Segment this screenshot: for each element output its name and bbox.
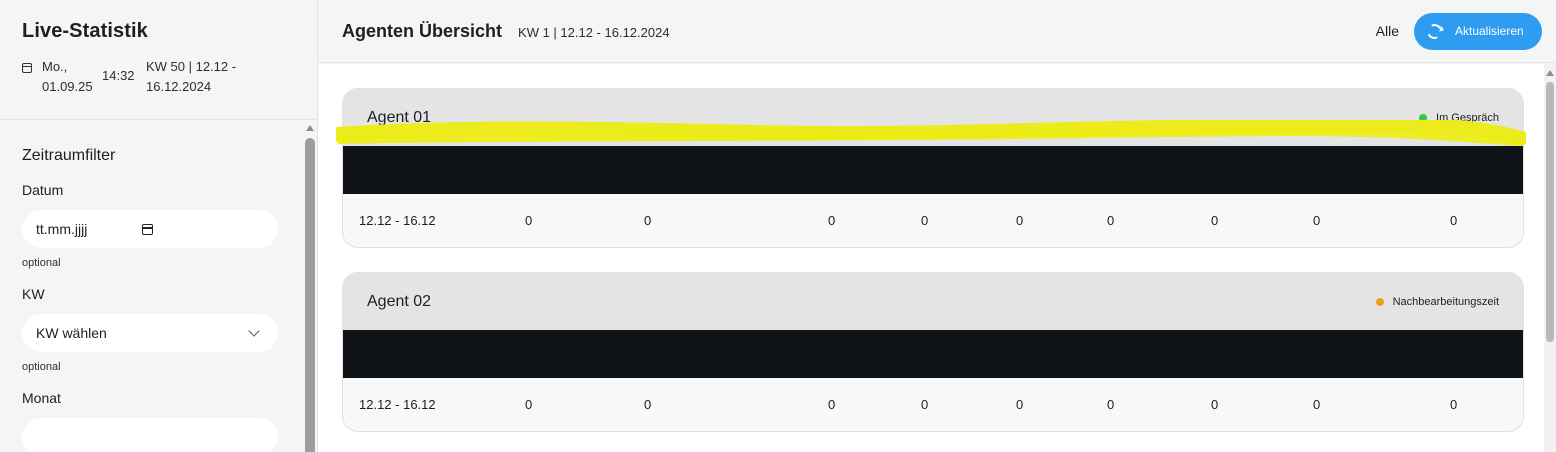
- stats-value: 0: [1211, 213, 1219, 228]
- stats-value: 0: [1107, 397, 1115, 412]
- refresh-label: Aktualisieren: [1455, 24, 1524, 38]
- stats-value: 0: [1016, 397, 1024, 412]
- stats-value: 0: [828, 397, 836, 412]
- stats-row: 12.12 - 16.12 0 0 0 0 0 0 0 0 0: [343, 378, 1523, 431]
- current-date: Mo., 01.09.25: [42, 59, 93, 94]
- chevron-down-icon: [248, 325, 260, 337]
- redacted-bar: [343, 146, 1523, 194]
- scroll-up-arrow-icon[interactable]: [306, 125, 314, 131]
- agent-list: Agent 01 Im Gespräch 12.12 - 16.12 0 0 0…: [318, 64, 1556, 452]
- stats-value: 0: [1313, 213, 1321, 228]
- stats-value: 0: [1313, 397, 1321, 412]
- stats-value: 0: [644, 397, 652, 412]
- stats-period: 12.12 - 16.12: [359, 213, 436, 228]
- refresh-icon: [1424, 21, 1445, 41]
- sidebar-header: Live-Statistik Mo., 01.09.25 14:32 KW 50…: [0, 0, 317, 120]
- page-title: Agenten Übersicht: [342, 20, 503, 41]
- calendar-picker-icon[interactable]: [142, 223, 153, 235]
- date-input[interactable]: tt.mm.jjjj: [22, 210, 278, 248]
- kw-hint: optional: [22, 361, 61, 373]
- stats-value: 0: [1211, 397, 1219, 412]
- kw-select[interactable]: KW wählen: [22, 314, 278, 352]
- page-subtitle: KW 1 | 12.12 - 16.12.2024: [518, 24, 670, 40]
- stats-value: 0: [525, 213, 533, 228]
- scroll-thumb[interactable]: [305, 138, 315, 452]
- agent-card[interactable]: Agent 02 Nachbearbeitungszeit 12.12 - 16…: [342, 272, 1524, 432]
- date-hint: optional: [22, 257, 61, 269]
- status-dot-icon: [1419, 113, 1428, 122]
- status-badge: Nachbearbeitungszeit: [1375, 295, 1499, 308]
- agent-card-header: Agent 01 Im Gespräch: [343, 89, 1523, 146]
- calendar-icon: [22, 63, 32, 73]
- date-time-info: Mo., 01.09.25 14:32 KW 50 | 12.12 - 16.1…: [22, 57, 295, 97]
- filter-all-toggle[interactable]: Alle: [1376, 23, 1399, 39]
- status-badge: Im Gespräch: [1419, 112, 1499, 124]
- kw-label: KW: [22, 286, 45, 302]
- date-label: Datum: [22, 182, 64, 198]
- stats-value: 0: [1107, 213, 1115, 228]
- filter-panel: Zeitraumfilter Datum tt.mm.jjjj optional…: [0, 121, 303, 452]
- agent-name: Agent 02: [367, 292, 432, 310]
- status-label: Im Gespräch: [1436, 111, 1499, 124]
- status-label: Nachbearbeitungszeit: [1392, 295, 1499, 308]
- stats-value: 0: [644, 213, 652, 228]
- agent-card-header: Agent 02 Nachbearbeitungszeit: [343, 273, 1523, 330]
- status-dot-icon: [1375, 297, 1384, 306]
- scroll-thumb[interactable]: [1546, 82, 1554, 342]
- stats-period: 12.12 - 16.12: [359, 397, 436, 412]
- stats-value: 0: [828, 213, 836, 228]
- kw-select-value: KW wählen: [36, 325, 107, 341]
- topbar: Agenten Übersicht KW 1 | 12.12 - 16.12.2…: [318, 0, 1556, 63]
- date-placeholder: tt.mm.jjjj: [36, 221, 88, 237]
- app-title: Live-Statistik: [22, 20, 148, 42]
- month-select[interactable]: [22, 418, 278, 452]
- sidebar-scrollbar[interactable]: [303, 121, 317, 452]
- current-time: 14:32: [102, 68, 135, 83]
- stats-value: 0: [1450, 397, 1458, 412]
- stats-value: 0: [1450, 213, 1458, 228]
- stats-row: 12.12 - 16.12 0 0 0 0 0 0 0 0 0: [343, 194, 1523, 247]
- sidebar: Live-Statistik Mo., 01.09.25 14:32 KW 50…: [0, 0, 318, 452]
- stats-value: 0: [921, 397, 929, 412]
- main-scrollbar[interactable]: [1544, 64, 1556, 452]
- filter-title: Zeitraumfilter: [22, 147, 116, 164]
- main-area: Agenten Übersicht KW 1 | 12.12 - 16.12.2…: [318, 0, 1556, 452]
- stats-value: 0: [525, 397, 533, 412]
- agent-name: Agent 01: [367, 108, 432, 126]
- refresh-button[interactable]: Aktualisieren: [1414, 12, 1542, 50]
- stats-value: 0: [921, 213, 929, 228]
- scroll-up-arrow-icon[interactable]: [1546, 70, 1554, 76]
- agent-card[interactable]: Agent 01 Im Gespräch 12.12 - 16.12 0 0 0…: [342, 88, 1524, 248]
- stats-value: 0: [1016, 213, 1024, 228]
- current-week: KW 50 | 12.12 - 16.12.2024: [146, 59, 237, 94]
- month-label: Monat: [22, 390, 61, 406]
- redacted-bar: [343, 330, 1523, 378]
